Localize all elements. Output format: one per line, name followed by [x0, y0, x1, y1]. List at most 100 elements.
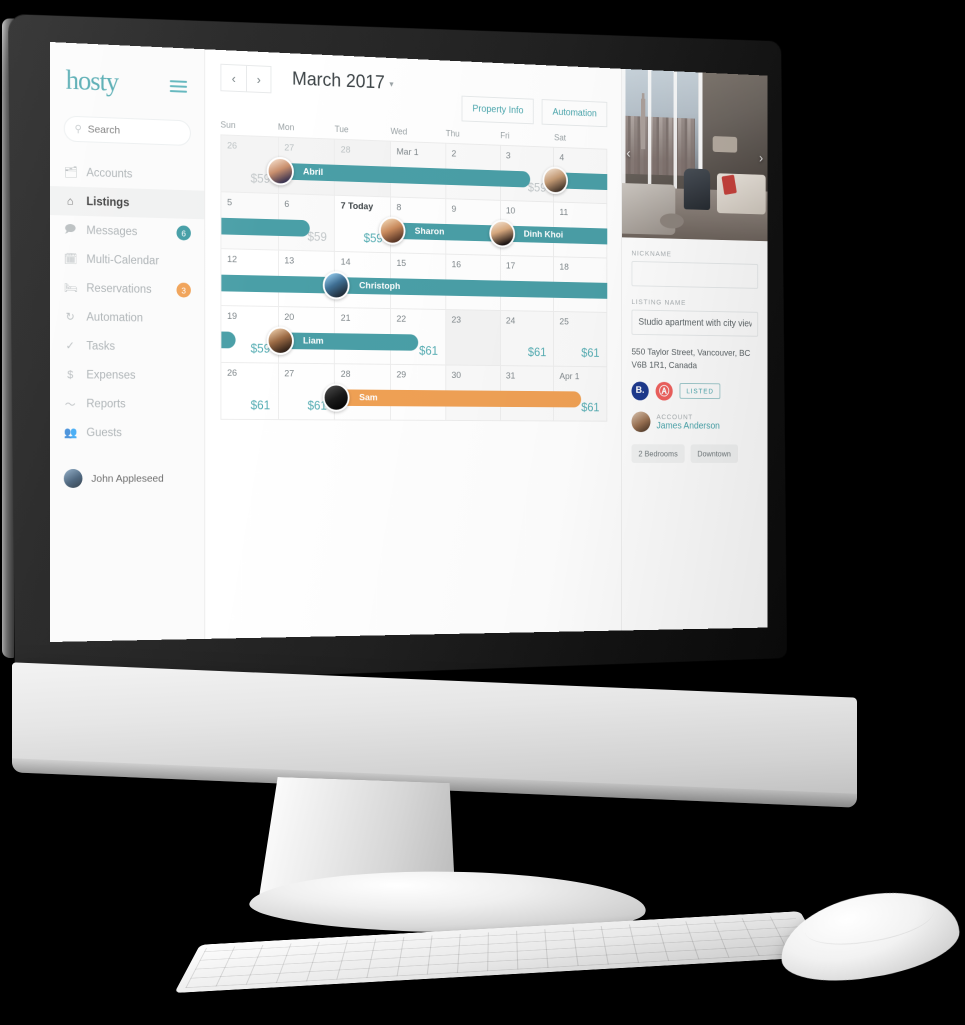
day-price: $61 [581, 400, 600, 415]
sidebar-item-reservations[interactable]: 🛏 Reservations 3 [50, 273, 204, 305]
booking-bar[interactable]: Liam [266, 326, 419, 355]
calendar-day-cell[interactable]: 24 $61 [500, 310, 555, 367]
search-box[interactable]: ⚲ [63, 115, 191, 147]
booking-guest-name: Sharon [414, 226, 445, 238]
day-number: 7 Today [340, 200, 374, 213]
sidebar-item-messages[interactable]: 🗩 Messages 6 [50, 215, 204, 248]
day-number: 28 [340, 369, 351, 380]
calendar-day-cell[interactable]: 26 $61 [221, 362, 279, 421]
calendar-icon: 🗓 [63, 253, 78, 266]
nickname-input[interactable] [631, 260, 759, 289]
search-input[interactable] [87, 123, 181, 139]
sidebar-item-accounts[interactable]: 🗂 Accounts [50, 157, 204, 191]
sidebar-item-expenses[interactable]: $ Expenses [50, 360, 204, 390]
property-panel: ‹ › NICKNAME LISTING NAME 550 Taylor Str… [621, 68, 768, 631]
day-number: 8 [396, 202, 402, 214]
sidebar-item-multi-calendar[interactable]: 🗓 Multi-Calendar [50, 244, 204, 276]
guest-avatar [266, 156, 294, 186]
calendar-pane: ‹ › March 2017 ▾ Property Info Automation… [205, 49, 622, 639]
property-info-button[interactable]: Property Info [461, 95, 535, 125]
sidebar-item-label: Accounts [86, 166, 133, 181]
day-number: 28 [340, 144, 351, 156]
search-icon: ⚲ [74, 123, 82, 135]
channel-row: B. Ⓐ LISTED [631, 381, 759, 401]
day-number: 12 [227, 254, 238, 266]
sidebar-item-guests[interactable]: 👥 Guests [50, 418, 204, 447]
property-tag[interactable]: 2 Bedrooms [631, 443, 685, 463]
property-tag[interactable]: Downtown [690, 443, 738, 463]
sidebar-item-automation[interactable]: ↻ Automation [50, 302, 204, 333]
day-number: 26 [227, 140, 238, 152]
day-price: $61 [527, 345, 547, 360]
day-number: Apr 1 [559, 371, 580, 383]
account-row[interactable]: ACCOUNT James Anderson [631, 411, 759, 432]
calendar-toolbar: ‹ › March 2017 ▾ Property Info Automation [220, 63, 608, 128]
hamburger-icon[interactable] [169, 77, 188, 95]
screen: hosty ⚲ 🗂 Accounts ⌂ Listings 🗩 Messages 6 🗓 Mul… [50, 42, 768, 642]
sidebar-item-reports[interactable]: 〜 Reports [50, 389, 204, 419]
sidebar-item-tasks[interactable]: ✓ Tasks [50, 331, 204, 362]
sidebar-item-label: Reports [86, 397, 126, 410]
booking-bar[interactable] [221, 217, 310, 237]
booking-bar[interactable]: Dinh Khoi [488, 219, 608, 248]
sidebar-item-label: Reservations [86, 282, 152, 296]
automation-button[interactable]: Automation [542, 99, 608, 128]
day-number: 6 [284, 199, 290, 210]
day-price: $61 [250, 398, 271, 413]
calendar-week: 26 $61 27 $61 28 29 30 31 Apr 1 $61 Sam [221, 362, 608, 422]
month-label: March 2017 [292, 68, 385, 94]
property-photo[interactable]: ‹ › [621, 68, 768, 242]
listing-name-label: LISTING NAME [631, 297, 687, 307]
day-number: 15 [396, 258, 407, 269]
sidebar: hosty ⚲ 🗂 Accounts ⌂ Listings 🗩 Messages 6 🗓 Mul… [50, 42, 206, 642]
id-card-icon: 🗂 [63, 166, 78, 179]
sidebar-item-listings[interactable]: ⌂ Listings [50, 186, 205, 220]
sidebar-item-badge: 6 [176, 225, 191, 241]
day-number: 20 [284, 312, 295, 323]
day-number: 14 [340, 256, 351, 268]
calendar-day-cell[interactable]: 25 $61 [554, 311, 608, 368]
month-title[interactable]: March 2017 ▾ [292, 69, 393, 95]
booking-bar[interactable] [542, 166, 608, 195]
day-price: $61 [581, 346, 600, 360]
day-number: 25 [559, 316, 569, 328]
bed-icon: 🛏 [63, 282, 78, 295]
listing-name-input[interactable] [631, 309, 759, 337]
calendar-day-cell[interactable]: 23 [446, 310, 501, 367]
refresh-icon: ↻ [65, 311, 75, 324]
day-number: 13 [284, 255, 295, 267]
day-number: 31 [505, 370, 516, 382]
day-number: 11 [559, 207, 569, 218]
booking-guest-name: Dinh Khoi [523, 229, 564, 241]
airbnb-badge[interactable]: Ⓐ [655, 381, 673, 401]
sidebar-nav: 🗂 Accounts ⌂ Listings 🗩 Messages 6 🗓 Multi-Calen… [50, 157, 205, 447]
day-number: 24 [505, 315, 516, 327]
photo-prev-icon[interactable]: ‹ [626, 145, 630, 161]
day-number: 10 [505, 205, 516, 217]
day-number: 30 [451, 370, 462, 381]
photo-lamp [712, 136, 738, 153]
day-number: 29 [396, 369, 407, 381]
booking-guest-name: Christoph [359, 280, 401, 292]
day-price: $61 [419, 344, 438, 358]
property-address: 550 Taylor Street, Vancouver, BC V6B 1R1… [631, 346, 751, 371]
calendar-grid: 26 $59 27 28 Mar 1 2 3 $59 4 Abril 5 6 $59 7 Today $59… [220, 134, 608, 422]
calendar-week: 12 13 14 15 16 17 18 Christoph [221, 249, 608, 313]
day-number: Mar 1 [396, 146, 419, 159]
booking-bar[interactable]: Sam [323, 383, 581, 412]
day-number: 9 [451, 204, 457, 215]
photo-next-icon[interactable]: › [759, 150, 763, 166]
sidebar-item-label: Automation [86, 311, 143, 324]
day-number: 22 [396, 313, 407, 325]
home-icon: ⌂ [66, 195, 74, 208]
day-number: 4 [559, 152, 565, 164]
brand[interactable]: hosty [50, 42, 204, 109]
guest-avatar [488, 219, 515, 248]
account-avatar [631, 411, 651, 432]
prev-month-button[interactable]: ‹ [220, 63, 247, 93]
sidebar-user[interactable]: John Appleseed [50, 455, 204, 502]
mouse[interactable] [778, 880, 962, 992]
guest-avatar [542, 166, 569, 195]
next-month-button[interactable]: › [246, 64, 272, 94]
booking-com-badge[interactable]: B. [631, 381, 649, 400]
